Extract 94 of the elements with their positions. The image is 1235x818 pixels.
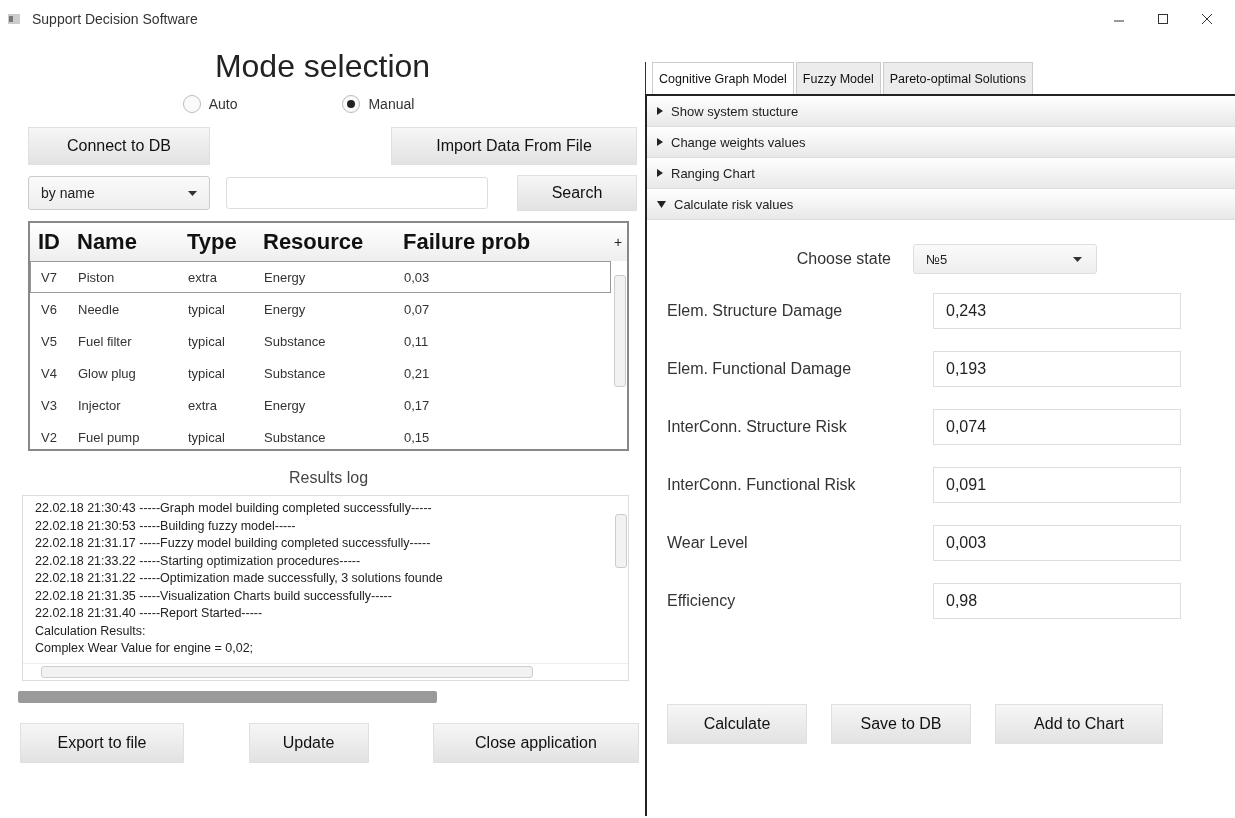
import-data-button[interactable]: Import Data From File xyxy=(391,127,637,165)
log-line: 22.02.18 21:31.35 -----Visualization Charts build successfully----- xyxy=(35,587,393,605)
column-menu-glyph[interactable]: + xyxy=(609,234,627,250)
table-cell-text: extra xyxy=(187,269,218,285)
log-line: 22.02.18 21:30:43 -----Graph model building completed successfully----- xyxy=(35,500,433,517)
log-title: Results log xyxy=(287,469,370,487)
action-button[interactable]: Save to DB xyxy=(831,704,971,744)
field-label: Choose state xyxy=(795,250,892,268)
action-button[interactable]: Close application xyxy=(433,723,639,763)
tab[interactable]: Fuzzy Model xyxy=(795,62,881,94)
table-cell-text: Fuel filter xyxy=(77,333,133,349)
column-header[interactable]: Failure prob xyxy=(398,229,609,255)
table-row[interactable]: V6 Needle typical Energy 0,07 xyxy=(30,293,611,325)
search-field[interactable] xyxy=(226,177,488,209)
action-button[interactable]: Update xyxy=(248,723,369,763)
table-cell-text: Needle xyxy=(77,301,121,317)
field-label: InterConn. Functional Risk xyxy=(667,476,857,494)
horizontal-scrollbar[interactable] xyxy=(23,663,628,680)
table-cell-text: Energy xyxy=(263,269,307,285)
value-field[interactable]: 0,243 xyxy=(933,293,1181,329)
table-row[interactable]: V5 Fuel filter typical Substance 0,11 xyxy=(30,325,611,357)
log-line: Complex Wear Value for engine = 0,02; xyxy=(35,640,255,657)
table-cell-text: typical xyxy=(187,365,226,381)
caret-icon xyxy=(188,190,197,196)
window-title: Support Decision Software xyxy=(32,11,198,27)
log-line: 22.02.18 21:31.17 -----Fuzzy model building completed successfully----- xyxy=(35,535,432,552)
app-icon xyxy=(8,14,20,24)
log-line: 22.02.18 21:31.40 -----Report Started----- xyxy=(35,605,264,622)
table-cell-text: Substance xyxy=(263,365,327,381)
action-button[interactable]: Add to Chart xyxy=(995,704,1163,744)
search-button[interactable]: Search xyxy=(517,175,637,211)
mode-radio[interactable]: Manual xyxy=(342,95,415,113)
close-icon[interactable] xyxy=(1201,13,1213,25)
maximize-icon[interactable] xyxy=(1157,13,1169,25)
log-line: 22.02.18 21:33.22 -----Starting optimization procedures----- xyxy=(35,552,362,570)
log-line: 22.02.18 21:31.22 -----Optimization made successfully, 3 solutions founde xyxy=(35,570,444,587)
table-cell-text: V3 xyxy=(40,397,58,413)
log-line: 22.02.18 21:30:53 -----Building fuzzy model----- xyxy=(35,517,297,535)
column-header[interactable]: Type xyxy=(182,229,258,255)
table-cell-text: extra xyxy=(187,397,218,413)
caret-icon xyxy=(1073,256,1082,262)
field-label: Wear Level xyxy=(667,534,749,552)
table-cell-text: Energy xyxy=(263,397,307,413)
field-label: Efficiency xyxy=(667,592,737,610)
table-cell-text: 0,17 xyxy=(403,397,431,413)
table-cell-text: Substance xyxy=(263,333,327,349)
table-cell-text: 0,03 xyxy=(403,269,431,285)
table-cell-text: Fuel pump xyxy=(77,429,141,445)
table-cell-text: 0,11 xyxy=(403,333,430,349)
table-cell-text: V2 xyxy=(40,429,58,445)
table-row[interactable]: V2 Fuel pump typical Substance 0,15 xyxy=(30,421,611,449)
value-field[interactable]: 0,98 xyxy=(933,583,1181,619)
state-dropdown[interactable]: №5 xyxy=(913,244,1097,274)
table-cell-text: 0,15 xyxy=(403,429,431,445)
collapsed-triangle-icon xyxy=(657,169,663,177)
table-cell-text: 0,21 xyxy=(403,365,431,381)
table-row[interactable]: V7 Piston extra Energy 0,03 xyxy=(30,261,611,293)
table-cell-text: Piston xyxy=(77,269,116,285)
table-row[interactable]: V3 Injector extra Energy 0,17 xyxy=(30,389,611,421)
table-cell-text: Substance xyxy=(263,429,327,445)
filter-dropdown[interactable]: by name xyxy=(28,176,210,210)
table-cell-text: V5 xyxy=(40,333,58,349)
table-cell-text: typical xyxy=(187,333,226,349)
table-row[interactable]: V4 Glow plug typical Substance 0,21 xyxy=(30,357,611,389)
collapsed-triangle-icon xyxy=(657,107,663,115)
table-cell-text: V7 xyxy=(40,269,58,285)
collapsed-triangle-icon xyxy=(657,138,663,146)
table-cell-text: typical xyxy=(187,429,226,445)
field-label: Elem. Structure Damage xyxy=(667,302,844,320)
table-cell-text: Energy xyxy=(263,301,307,317)
mode-radio[interactable]: Auto xyxy=(182,95,238,113)
field-label: InterConn. Structure Risk xyxy=(667,418,848,436)
value-field[interactable]: 0,074 xyxy=(933,409,1181,445)
field-label: Elem. Functional Damage xyxy=(667,360,853,378)
column-header[interactable]: Resource xyxy=(258,229,398,255)
table-cell-text: Glow plug xyxy=(77,365,137,381)
value-field[interactable]: 0,193 xyxy=(933,351,1181,387)
table-cell-text: typical xyxy=(187,301,226,317)
mode-title: Mode selection xyxy=(213,48,432,85)
tab[interactable]: Pareto-optimal Solutions xyxy=(882,62,1033,94)
tab[interactable]: Cognitive Graph Model xyxy=(652,62,794,94)
column-header[interactable]: ID xyxy=(30,229,72,255)
value-field[interactable]: 0,091 xyxy=(933,467,1181,503)
column-header[interactable]: Name xyxy=(72,229,182,255)
action-button[interactable]: Export to file xyxy=(20,723,184,763)
table-cell-text: 0,07 xyxy=(403,301,431,317)
table-cell-text: V4 xyxy=(40,365,58,381)
expanded-triangle-icon xyxy=(657,200,666,208)
connect-db-button[interactable]: Connect to DB xyxy=(28,127,210,165)
table-cell-text: Injector xyxy=(77,397,122,413)
action-button[interactable]: Calculate xyxy=(667,704,807,744)
table-cell-text: V6 xyxy=(40,301,58,317)
log-line: Calculation Results: xyxy=(35,622,147,640)
value-field[interactable]: 0,003 xyxy=(933,525,1181,561)
